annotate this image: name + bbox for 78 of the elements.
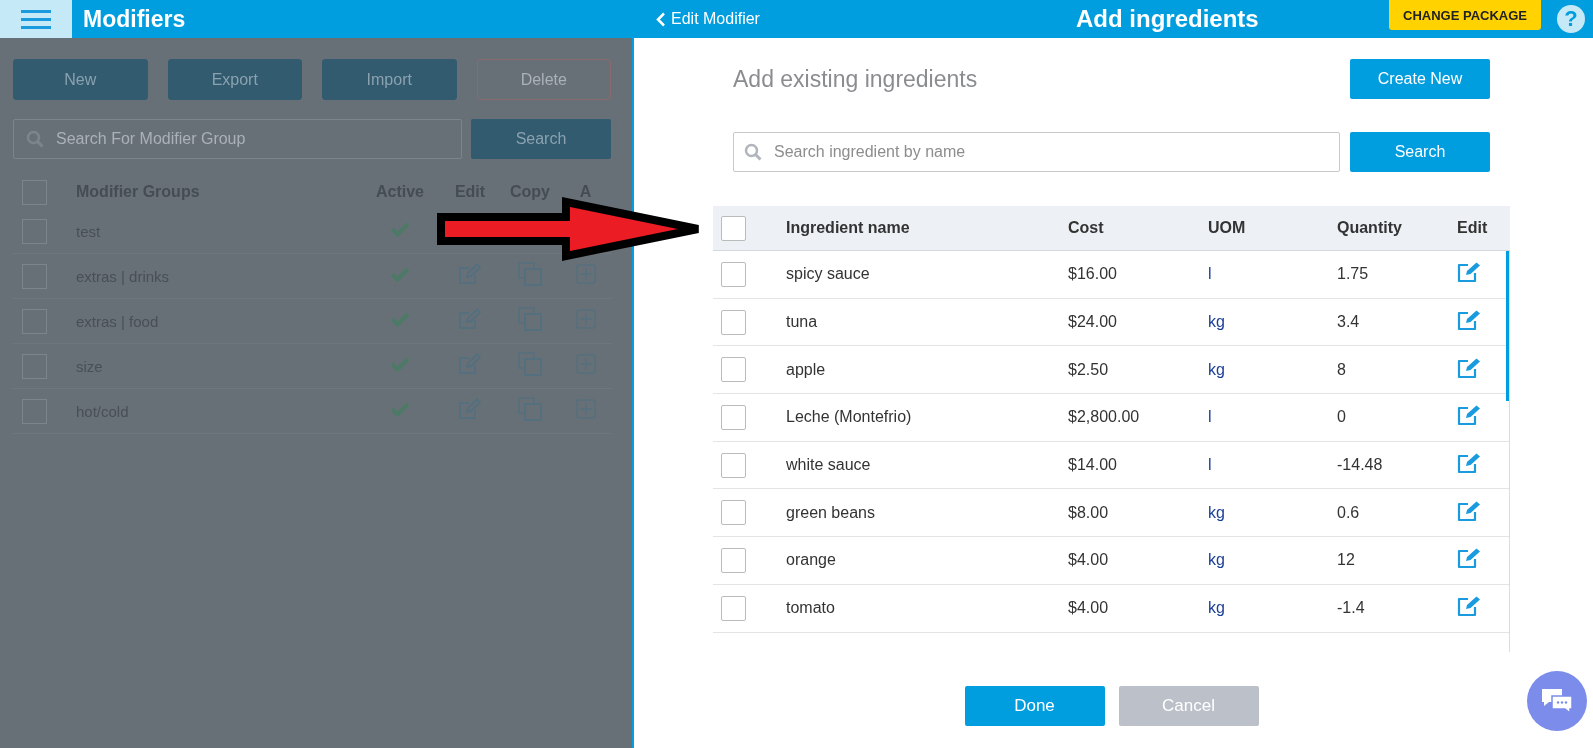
page-title: Add ingredients bbox=[1076, 5, 1260, 33]
column-header: Ingredient name bbox=[786, 219, 911, 237]
toolbar-button[interactable]: Delete bbox=[476, 59, 611, 100]
toolbar-button[interactable]: New bbox=[13, 59, 148, 100]
change-package-button[interactable]: CHANGE PACKAGE bbox=[1389, 0, 1541, 30]
table-cell-text: 8 bbox=[1337, 360, 1347, 379]
table-cell-text: kg bbox=[1208, 313, 1226, 332]
toolbar-button[interactable]: Export bbox=[167, 59, 302, 100]
search-input[interactable]: Search For Modifier Group bbox=[54, 129, 461, 149]
checkbox[interactable] bbox=[721, 309, 746, 335]
table-cell-text: l bbox=[1208, 265, 1213, 284]
chat-icon bbox=[1540, 687, 1574, 715]
table-cell-text: 1.75 bbox=[1337, 265, 1370, 284]
table-cell-text: -1.4 bbox=[1337, 599, 1366, 618]
checkbox[interactable] bbox=[721, 595, 746, 621]
table-cell-text: $14.00 bbox=[1068, 456, 1118, 475]
scrollbar[interactable] bbox=[1506, 251, 1509, 401]
edit-icon[interactable] bbox=[1457, 452, 1482, 475]
column-header: Cost bbox=[1068, 219, 1105, 237]
checkbox[interactable] bbox=[721, 215, 746, 241]
menu-button[interactable] bbox=[0, 0, 72, 38]
table-cell-text: orange bbox=[786, 551, 837, 570]
table-cell-text: white sauce bbox=[786, 456, 872, 475]
checkbox[interactable] bbox=[721, 452, 746, 478]
table-cell-text: 0.6 bbox=[1337, 503, 1361, 522]
edit-icon[interactable] bbox=[1457, 404, 1482, 427]
edit-icon[interactable] bbox=[1457, 356, 1482, 379]
back-link[interactable]: Edit Modifier bbox=[671, 10, 760, 28]
app-title: Modifiers bbox=[83, 5, 187, 33]
search-button[interactable]: Search bbox=[1350, 132, 1490, 172]
table-cell-text: 3.4 bbox=[1337, 313, 1361, 332]
menu-icon bbox=[21, 9, 51, 29]
table-cell-text: tuna bbox=[786, 313, 819, 332]
done-button[interactable]: Done bbox=[964, 686, 1105, 726]
table-cell-text: $24.00 bbox=[1068, 313, 1118, 332]
dialog-heading: Add existing ingredients bbox=[733, 65, 979, 93]
checkbox[interactable] bbox=[721, 547, 746, 573]
create-new-button[interactable]: Create New bbox=[1350, 59, 1490, 99]
table-cell-text: tomato bbox=[786, 599, 836, 618]
edit-icon[interactable] bbox=[1457, 547, 1482, 570]
toolbar-button[interactable]: Import bbox=[322, 59, 457, 100]
chat-button[interactable] bbox=[1527, 671, 1587, 731]
table-cell-text: l bbox=[1208, 456, 1213, 475]
edit-icon[interactable] bbox=[1457, 309, 1482, 332]
checkbox[interactable] bbox=[721, 261, 746, 287]
table-cell-text: -14.48 bbox=[1337, 456, 1384, 475]
search-field[interactable]: Search ingredient by name bbox=[733, 132, 1340, 172]
edit-icon[interactable] bbox=[1457, 595, 1482, 618]
table-cell-text: $8.00 bbox=[1068, 503, 1110, 522]
table-cell-text: green beans bbox=[786, 503, 876, 522]
table-cell-text: $16.00 bbox=[1068, 265, 1118, 284]
back-chevron-icon bbox=[656, 11, 665, 27]
table-cell-text: kg bbox=[1208, 599, 1226, 618]
checkbox[interactable] bbox=[721, 357, 746, 383]
column-header: Edit bbox=[1457, 219, 1489, 237]
table-cell-text: spicy sauce bbox=[786, 265, 871, 284]
edit-icon[interactable] bbox=[1457, 499, 1482, 522]
table-cell-text: 12 bbox=[1337, 551, 1356, 570]
help-button[interactable]: ? bbox=[1557, 5, 1585, 33]
column-header: Quantity bbox=[1337, 219, 1403, 237]
table-cell-text: 0 bbox=[1337, 408, 1347, 427]
table-cell-text: $2.50 bbox=[1068, 360, 1110, 379]
table-cell-text: l bbox=[1208, 408, 1213, 427]
search-button[interactable]: Search bbox=[471, 119, 611, 159]
edit-icon[interactable] bbox=[1457, 261, 1482, 284]
table-cell-text: $4.00 bbox=[1068, 599, 1110, 618]
column-header: UOM bbox=[1208, 219, 1247, 237]
table-cell-text: kg bbox=[1208, 551, 1226, 570]
table-cell-text: kg bbox=[1208, 360, 1226, 379]
table-cell-text: $4.00 bbox=[1068, 551, 1110, 570]
table-cell-text: $2,800.00 bbox=[1068, 408, 1141, 427]
checkbox[interactable] bbox=[721, 404, 746, 430]
search-icon bbox=[744, 143, 762, 161]
table-cell-text: kg bbox=[1208, 503, 1226, 522]
table-cell-text: Leche (Montefrio) bbox=[786, 408, 913, 427]
checkbox[interactable] bbox=[721, 500, 746, 526]
search-field[interactable]: Search For Modifier Group bbox=[13, 119, 462, 159]
table-cell-text: apple bbox=[786, 360, 827, 379]
